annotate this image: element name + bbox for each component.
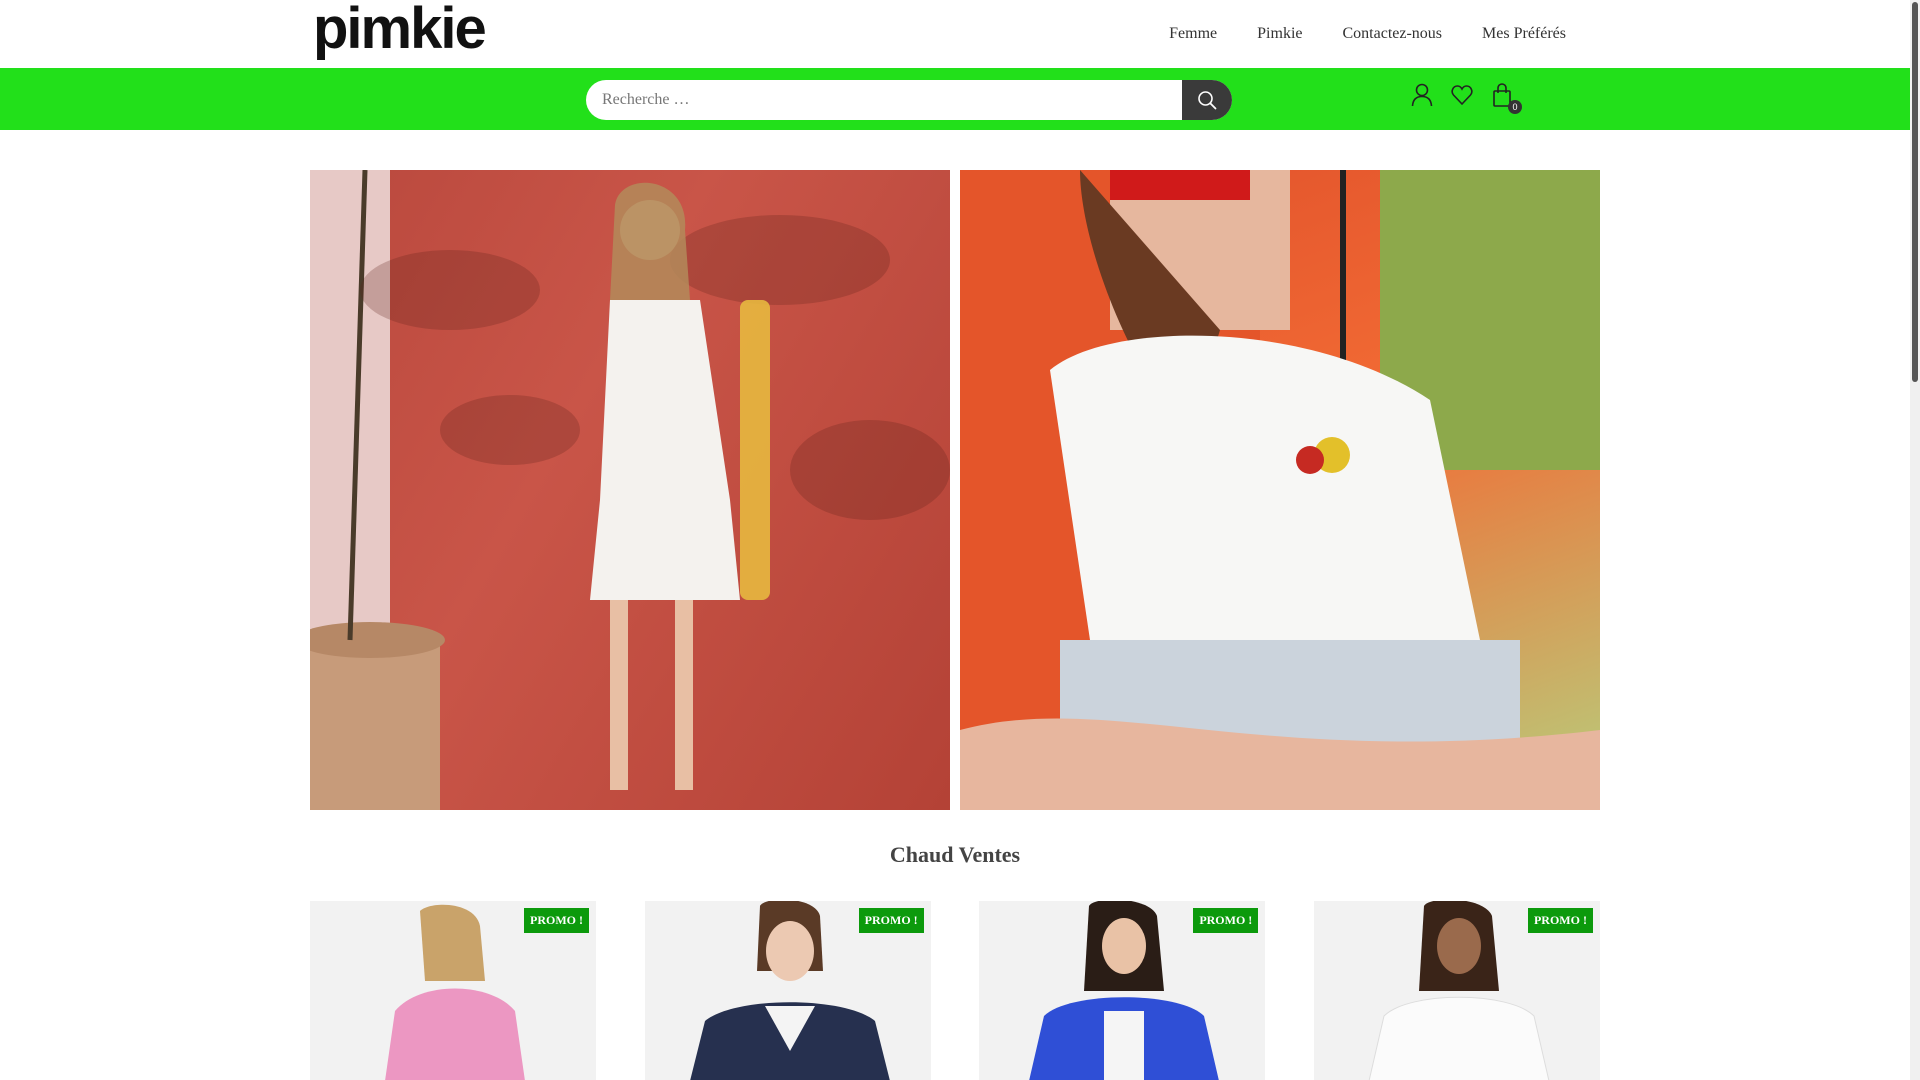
promo-badge: PROMO ! bbox=[1193, 908, 1259, 933]
user-icon bbox=[1411, 83, 1433, 107]
product-card[interactable]: PROMO ! bbox=[979, 901, 1266, 1080]
search-button[interactable] bbox=[1182, 80, 1232, 120]
search-input[interactable] bbox=[586, 80, 1182, 120]
heart-icon bbox=[1451, 85, 1473, 106]
hero-banner bbox=[310, 170, 1600, 810]
svg-text:pimkie: pimkie bbox=[313, 4, 485, 61]
cart-button[interactable]: 0 bbox=[1490, 82, 1522, 114]
hero-image-white-dress[interactable] bbox=[310, 170, 950, 810]
scrollbar-thumb[interactable] bbox=[1912, 2, 1918, 382]
nav-item-favorites[interactable]: Mes Préférés bbox=[1482, 25, 1566, 43]
product-grid: PROMO ! PROMO ! PROMO ! PROMO ! bbox=[310, 901, 1600, 1080]
cart-count-badge: 0 bbox=[1508, 100, 1522, 114]
page-scrollbar[interactable] bbox=[1910, 0, 1920, 1080]
wishlist-button[interactable] bbox=[1450, 82, 1474, 108]
main-nav: Femme Pimkie Contactez-nous Mes Préférés bbox=[1169, 0, 1566, 68]
product-card[interactable]: PROMO ! bbox=[310, 901, 596, 1080]
hero-photo-illustration bbox=[310, 170, 950, 810]
section-title: Chaud Ventes bbox=[889, 842, 1021, 867]
promo-badge: PROMO ! bbox=[858, 908, 924, 933]
hero-photo-illustration bbox=[960, 170, 1600, 810]
header-icons: 0 bbox=[1410, 82, 1522, 114]
account-button[interactable] bbox=[1410, 82, 1434, 108]
pimkie-logo[interactable]: pimkie bbox=[313, 4, 543, 62]
header: pimkie Femme Pimkie Contactez-nous Mes P… bbox=[0, 0, 1910, 68]
product-card[interactable]: PROMO ! bbox=[1313, 901, 1600, 1080]
hero-image-white-tshirt[interactable] bbox=[960, 170, 1600, 810]
search-icon bbox=[1198, 91, 1217, 110]
nav-item-contact[interactable]: Contactez-nous bbox=[1343, 25, 1443, 43]
promo-badge: PROMO ! bbox=[524, 908, 589, 933]
nav-item-femme[interactable]: Femme bbox=[1169, 25, 1217, 43]
nav-item-pimkie[interactable]: Pimkie bbox=[1257, 25, 1302, 43]
product-card[interactable]: PROMO ! bbox=[644, 901, 931, 1080]
search-form bbox=[586, 80, 1232, 120]
promo-badge: PROMO ! bbox=[1527, 908, 1593, 933]
